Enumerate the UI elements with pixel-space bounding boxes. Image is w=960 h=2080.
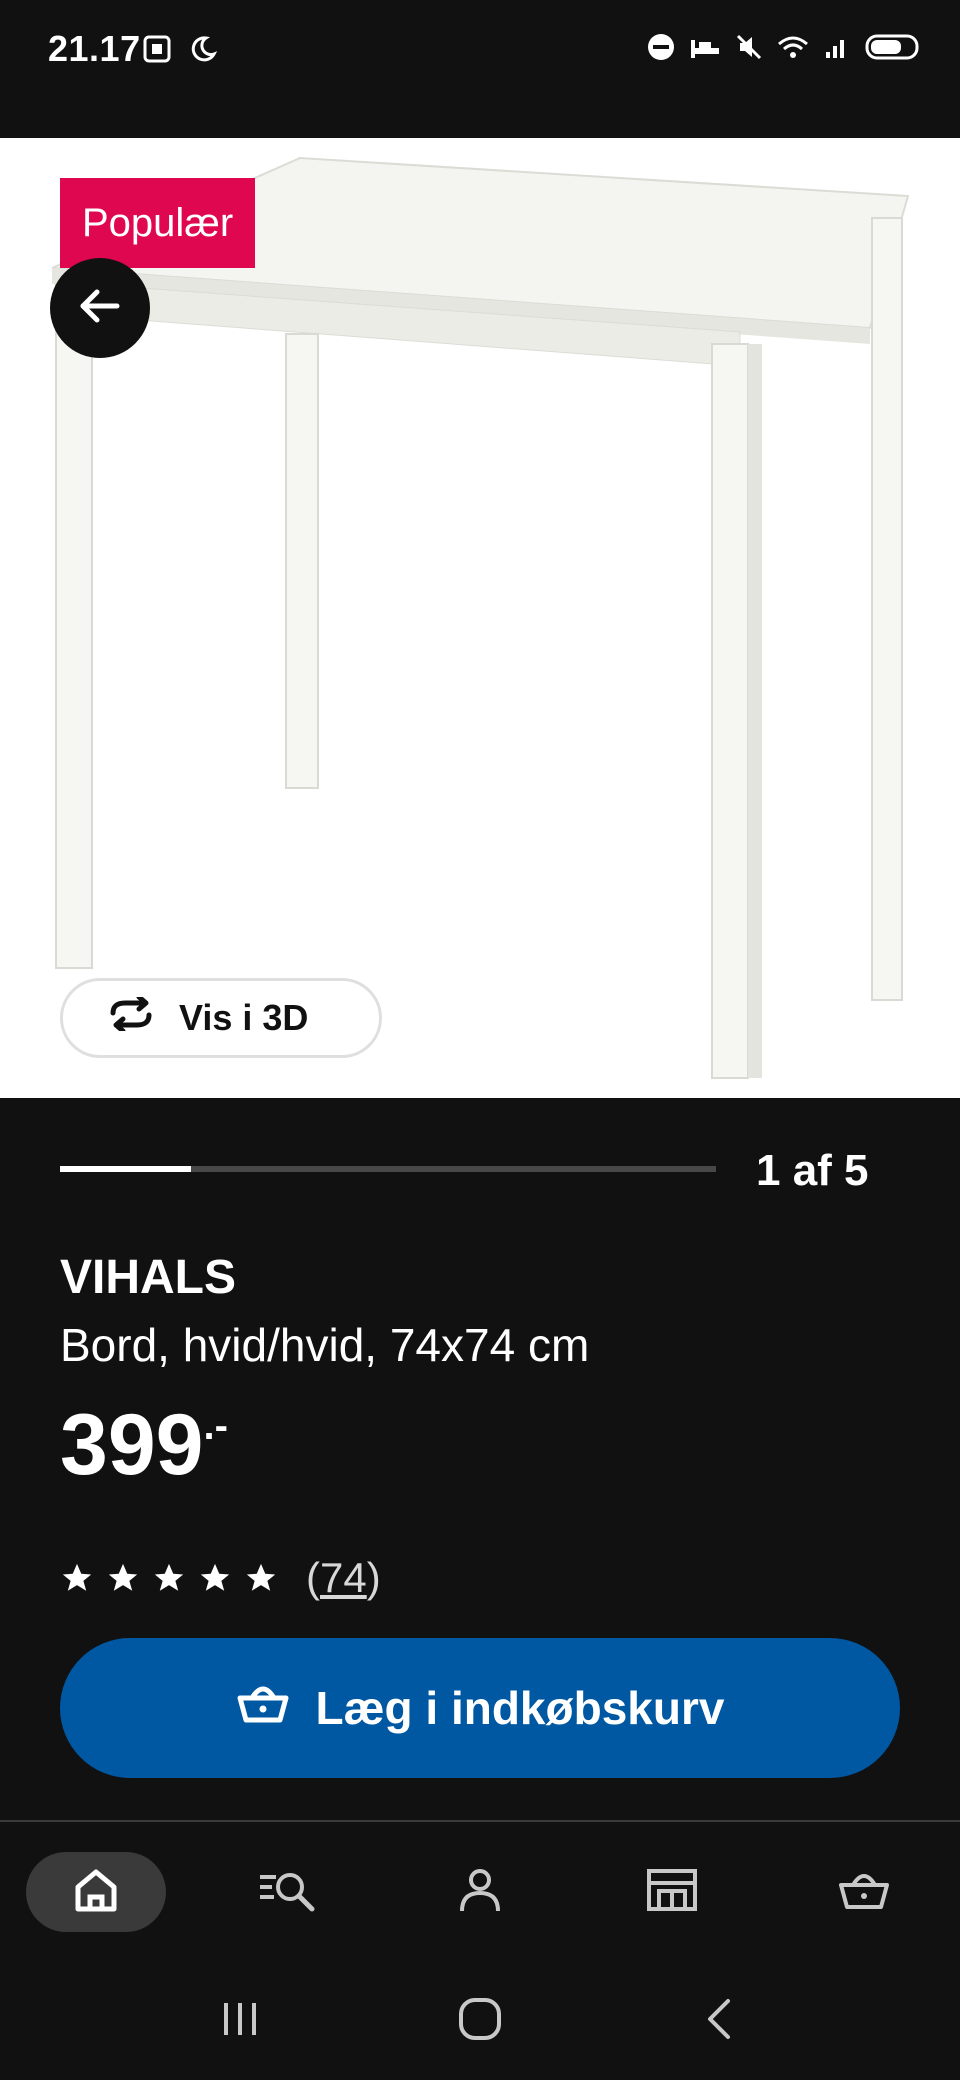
- system-nav-bar: [0, 1962, 960, 2080]
- battery-icon: [864, 30, 924, 64]
- popular-badge: Populær: [60, 178, 256, 268]
- account-icon: [457, 1867, 503, 1918]
- home-circle-icon: [457, 1996, 503, 2047]
- bottom-nav: [0, 1822, 960, 1962]
- dnd-icon: [644, 30, 678, 64]
- moon-icon: [186, 32, 220, 66]
- status-bar: 21.17: [0, 0, 960, 138]
- nav-search[interactable]: [192, 1822, 384, 1962]
- gallery-counter: 1 af 5: [756, 1146, 869, 1195]
- view-3d-button[interactable]: Vis i 3D: [60, 978, 382, 1058]
- search-list-icon: [258, 1867, 318, 1918]
- star-icon: [244, 1561, 278, 1595]
- star-icon: [198, 1561, 232, 1595]
- price-amount: 399: [60, 1397, 204, 1493]
- add-to-cart-label: Læg i indkøbskurv: [315, 1682, 725, 1734]
- review-count[interactable]: (74): [306, 1554, 381, 1602]
- back-chevron-icon: [702, 1996, 738, 2047]
- recents-icon: [218, 1999, 262, 2044]
- add-to-cart-button[interactable]: Læg i indkøbskurv: [60, 1638, 900, 1778]
- basket-icon: [236, 1680, 290, 1737]
- status-right-icons: [644, 30, 924, 64]
- store-icon: [646, 1867, 698, 1918]
- nav-active-pill: [26, 1852, 166, 1932]
- rotate-3d-icon: [105, 994, 157, 1040]
- view-3d-label: Vis i 3D: [179, 997, 309, 1038]
- gallery-progress-fill: [60, 1166, 192, 1172]
- rating[interactable]: (74): [60, 1554, 381, 1602]
- back-button[interactable]: [50, 258, 150, 358]
- star-icon: [106, 1561, 140, 1595]
- nav-account[interactable]: [384, 1822, 576, 1962]
- wifi-icon: [776, 30, 810, 64]
- nav-store[interactable]: [576, 1822, 768, 1962]
- product-image-area[interactable]: Populær Vis i 3D: [0, 138, 960, 1098]
- status-left-icons: [140, 32, 220, 66]
- product-price: 399 .-: [60, 1402, 228, 1488]
- status-time: 21.17: [48, 28, 141, 69]
- system-back-button[interactable]: [680, 1981, 760, 2061]
- price-suffix: .-: [203, 1404, 228, 1448]
- recents-button[interactable]: [200, 1981, 280, 2061]
- nav-cart[interactable]: [768, 1822, 960, 1962]
- arrow-left-icon: [77, 283, 123, 334]
- system-home-button[interactable]: [440, 1981, 520, 2061]
- signal-icon: [820, 30, 854, 64]
- gallery-progress: [60, 1166, 716, 1172]
- mute-icon: [732, 30, 766, 64]
- product-image: [51, 156, 910, 1079]
- bed-icon: [688, 30, 722, 64]
- product-name: VIHALS: [60, 1251, 237, 1304]
- star-icon: [60, 1561, 94, 1595]
- screenshot-icon: [140, 32, 174, 66]
- nav-home[interactable]: [0, 1822, 192, 1962]
- home-icon: [72, 1867, 120, 1918]
- product-description: Bord, hvid/hvid, 74x74 cm: [60, 1319, 590, 1371]
- star-icon: [152, 1561, 186, 1595]
- cart-icon: [837, 1867, 891, 1918]
